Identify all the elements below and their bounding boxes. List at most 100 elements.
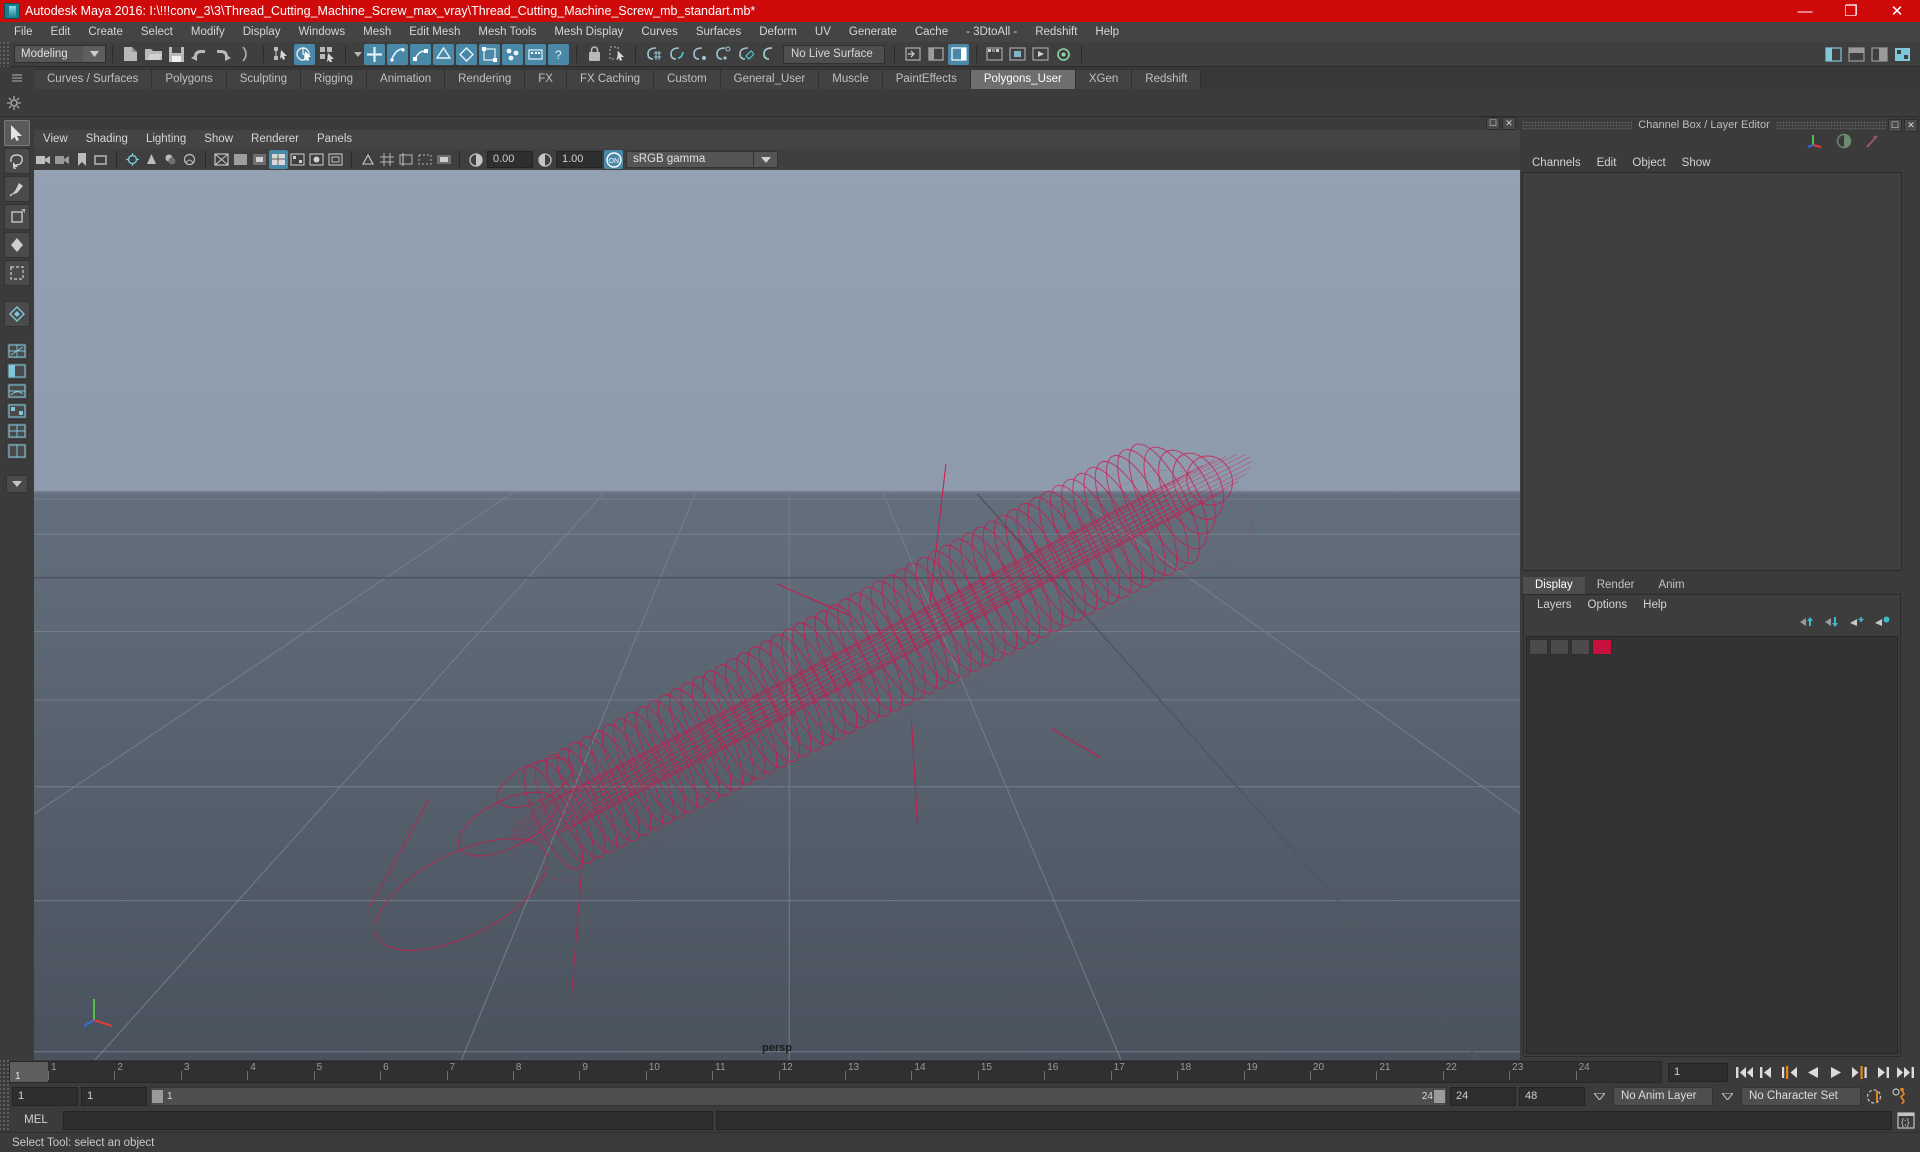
wireframe-shading-icon[interactable] <box>212 150 231 169</box>
film-gate-icon[interactable] <box>396 150 415 169</box>
shelf-tab-rigging[interactable]: Rigging <box>301 70 368 89</box>
layout-more-button[interactable] <box>6 475 28 493</box>
color-management-toggle-icon[interactable]: ON <box>604 150 623 169</box>
shelf-options-gear-icon[interactable] <box>0 95 28 110</box>
panel-grip-right[interactable] <box>1775 120 1886 130</box>
snap-to-curve-icon[interactable] <box>666 44 687 65</box>
viewport-menu-lighting[interactable]: Lighting <box>137 130 195 149</box>
minimize-button[interactable]: — <box>1782 0 1828 22</box>
layer-type-toggle[interactable] <box>1571 638 1590 655</box>
shelf-tab-muscle[interactable]: Muscle <box>819 70 883 89</box>
paint-select-tool-button[interactable] <box>4 176 30 202</box>
smooth-shade-all-icon[interactable] <box>231 150 250 169</box>
undo-icon[interactable] <box>189 44 210 65</box>
lock-icon[interactable] <box>584 44 605 65</box>
menu-edit-mesh[interactable]: Edit Mesh <box>400 22 469 42</box>
layout-persp-hypershade-button[interactable] <box>6 402 28 420</box>
select-object-icon[interactable] <box>294 43 315 65</box>
menu-display[interactable]: Display <box>234 22 290 42</box>
script-editor-icon[interactable]: {;} <box>1895 1110 1917 1130</box>
last-tool-button[interactable] <box>4 301 30 327</box>
channelbox-menu-object[interactable]: Object <box>1624 157 1673 169</box>
menu-file[interactable]: File <box>5 22 42 42</box>
color-management-chevron-icon[interactable] <box>754 151 778 168</box>
move-layer-down-icon[interactable] <box>1825 615 1840 633</box>
shelf-tab-menu-icon[interactable] <box>0 67 34 89</box>
layer-editor-menu-layers[interactable]: Layers <box>1529 599 1580 611</box>
menu-mesh-display[interactable]: Mesh Display <box>545 22 632 42</box>
show-hide-tool-settings-icon[interactable] <box>925 44 946 65</box>
bookmark-icon[interactable] <box>72 150 91 169</box>
menu-redshift[interactable]: Redshift <box>1026 22 1086 42</box>
channelbox-menu-show[interactable]: Show <box>1674 157 1719 169</box>
time-slider[interactable]: 1 1 2 3 4 5 6 7 8 9 10 11 12 13 14 15 16 17 18 19 20 21 22 23 2… <box>9 1061 1662 1083</box>
mask-subdiv-icon[interactable] <box>456 43 477 65</box>
select-component-icon[interactable] <box>317 44 338 65</box>
shelf-tab-curves-surfaces[interactable]: Curves / Surfaces <box>34 70 153 89</box>
menuset-dropdown[interactable]: Modeling <box>14 45 106 63</box>
viewport-undock-button[interactable]: ☐ <box>1486 117 1500 130</box>
snap-grid-toggle-icon[interactable] <box>607 44 628 65</box>
ambient-occlusion-icon[interactable] <box>180 150 199 169</box>
command-line-input[interactable] <box>63 1110 713 1130</box>
layer-tab-anim[interactable]: Anim <box>1646 577 1697 594</box>
range-right-handle[interactable] <box>1433 1088 1446 1104</box>
make-live-icon[interactable] <box>758 44 779 65</box>
snap-to-view-plane-icon[interactable] <box>735 44 756 65</box>
move-layer-up-icon[interactable] <box>1800 615 1815 633</box>
chevron-down-icon[interactable] <box>83 46 105 62</box>
go-to-end-button[interactable] <box>1894 1062 1916 1082</box>
animation-preferences-icon[interactable] <box>1889 1087 1911 1106</box>
shaded-wireframe-icon[interactable] <box>269 150 288 169</box>
shelf-tab-sculpting[interactable]: Sculpting <box>226 70 302 89</box>
menu-uv[interactable]: UV <box>806 22 840 42</box>
close-button[interactable]: ✕ <box>1874 0 1920 22</box>
exposure-icon[interactable] <box>466 150 485 169</box>
layer-playback-toggle[interactable] <box>1550 638 1569 655</box>
shelf-tab-custom[interactable]: Custom <box>654 70 721 89</box>
command-line-label[interactable]: MEL <box>12 1114 60 1126</box>
open-scene-icon[interactable] <box>143 44 164 65</box>
step-forward-key-button[interactable] <box>1871 1062 1893 1082</box>
shelf-tab-redshift[interactable]: Redshift <box>1132 70 1202 89</box>
mask-misc-icon[interactable]: ? <box>548 43 569 65</box>
layer-editor-menu-options[interactable]: Options <box>1580 599 1636 611</box>
menu-mesh-tools[interactable]: Mesh Tools <box>469 22 545 42</box>
mask-polygons-icon[interactable] <box>433 43 454 65</box>
viewport-3d[interactable]: persp <box>34 170 1520 1060</box>
shelf-tab-fx[interactable]: FX <box>525 70 567 89</box>
render-settings-icon[interactable] <box>1053 44 1074 65</box>
menu-create[interactable]: Create <box>79 22 132 42</box>
render-view-icon[interactable] <box>984 44 1005 65</box>
color-management-field[interactable]: sRGB gamma <box>626 151 754 168</box>
mask-surfaces-icon[interactable] <box>410 43 431 65</box>
mask-handles-icon[interactable] <box>364 43 385 65</box>
layer-tab-display[interactable]: Display <box>1523 577 1585 594</box>
gamma-icon[interactable] <box>535 150 554 169</box>
mask-chevron-icon[interactable] <box>352 51 363 57</box>
menu-curves[interactable]: Curves <box>632 22 686 42</box>
go-to-start-button[interactable] <box>1733 1062 1755 1082</box>
xray-icon[interactable] <box>326 150 345 169</box>
shelf-tab-fx-caching[interactable]: FX Caching <box>566 70 655 89</box>
layout-two-pane-button[interactable] <box>6 442 28 460</box>
selection-mask-icon[interactable] <box>235 44 256 65</box>
gamma-field[interactable]: 1.00 <box>556 151 602 168</box>
mask-rendering-icon[interactable] <box>525 43 546 65</box>
snap-to-grid-icon[interactable] <box>643 44 664 65</box>
shelf-tab-painteffects[interactable]: PaintEffects <box>882 70 971 89</box>
step-back-frame-button[interactable] <box>1779 1062 1801 1082</box>
viewport-menu-view[interactable]: View <box>34 130 77 149</box>
time-slider-grip[interactable] <box>0 1059 9 1085</box>
play-backwards-button[interactable] <box>1802 1062 1824 1082</box>
layer-visibility-toggle[interactable] <box>1529 638 1548 655</box>
range-slider[interactable]: 1 24 <box>150 1086 1447 1106</box>
play-forwards-button[interactable] <box>1825 1062 1847 1082</box>
anim-end-field[interactable]: 48 <box>1519 1086 1585 1106</box>
current-frame-field[interactable]: 1 <box>1668 1062 1728 1082</box>
shelf-tab-polygons-user[interactable]: Polygons_User <box>970 70 1076 89</box>
maximize-button[interactable]: ❐ <box>1828 0 1874 22</box>
menu-3dtoall[interactable]: - 3DtoAll - <box>957 22 1026 42</box>
menu-edit[interactable]: Edit <box>42 22 80 42</box>
new-scene-icon[interactable] <box>120 44 141 65</box>
